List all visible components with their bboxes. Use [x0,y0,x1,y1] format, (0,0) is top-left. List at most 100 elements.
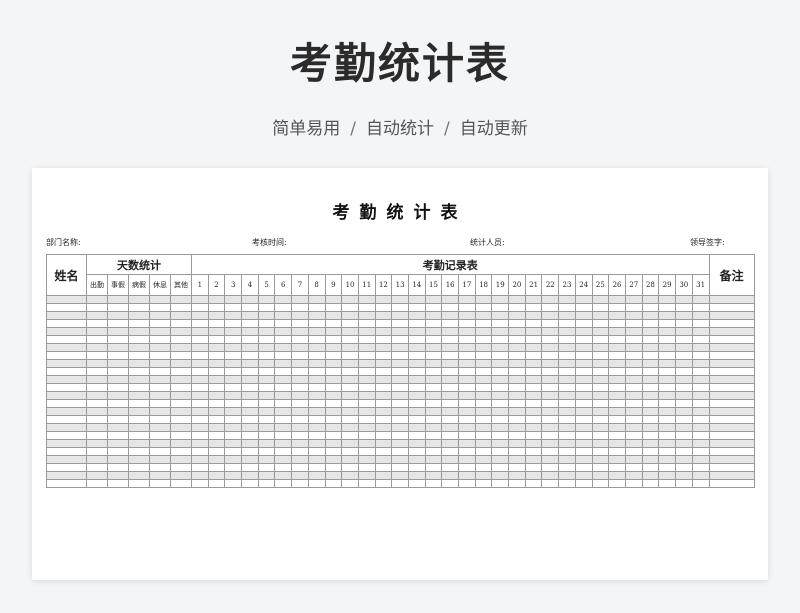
table-cell[interactable] [608,391,626,400]
table-cell[interactable] [474,319,493,328]
table-cell[interactable] [149,439,171,448]
table-cell[interactable] [508,335,526,344]
table-cell[interactable] [224,447,243,456]
table-cell[interactable] [491,423,510,432]
table-cell[interactable] [658,479,676,488]
table-cell[interactable] [46,351,87,360]
table-cell[interactable] [86,295,108,304]
table-cell[interactable] [441,367,459,376]
table-cell[interactable] [541,375,560,384]
table-cell[interactable] [491,303,510,312]
table-cell[interactable] [558,319,576,328]
table-cell[interactable] [291,359,309,368]
table-cell[interactable] [128,351,150,360]
table-cell[interactable] [374,319,393,328]
table-cell[interactable] [608,303,626,312]
table-cell[interactable] [191,367,209,376]
table-cell[interactable] [307,471,326,480]
table-cell[interactable] [224,351,243,360]
table-cell[interactable] [257,399,276,408]
table-cell[interactable] [207,359,226,368]
table-cell[interactable] [458,359,476,368]
table-cell[interactable] [224,295,243,304]
table-cell[interactable] [207,327,226,336]
table-cell[interactable] [541,383,560,392]
table-cell[interactable] [708,295,755,304]
table-cell[interactable] [149,311,171,320]
table-cell[interactable] [474,351,493,360]
table-cell[interactable] [508,351,526,360]
table-cell[interactable] [591,311,610,320]
table-cell[interactable] [608,455,626,464]
table-cell[interactable] [170,471,192,480]
table-cell[interactable] [624,367,643,376]
table-cell[interactable] [107,399,129,408]
table-cell[interactable] [641,391,660,400]
table-cell[interactable] [341,311,359,320]
table-cell[interactable] [691,319,710,328]
table-cell[interactable] [374,479,393,488]
table-cell[interactable] [474,375,493,384]
table-cell[interactable] [691,335,710,344]
table-cell[interactable] [191,383,209,392]
table-cell[interactable] [170,351,192,360]
table-cell[interactable] [191,375,209,384]
table-cell[interactable] [624,479,643,488]
table-cell[interactable] [107,335,129,344]
table-cell[interactable] [508,415,526,424]
table-cell[interactable] [558,327,576,336]
table-cell[interactable] [374,423,393,432]
table-cell[interactable] [624,407,643,416]
table-cell[interactable] [558,359,576,368]
table-cell[interactable] [541,359,560,368]
table-cell[interactable] [46,295,87,304]
table-cell[interactable] [357,407,376,416]
table-cell[interactable] [491,343,510,352]
table-cell[interactable] [691,479,710,488]
table-cell[interactable] [524,319,543,328]
table-cell[interactable] [86,471,108,480]
table-cell[interactable] [391,311,409,320]
table-cell[interactable] [558,351,576,360]
table-cell[interactable] [324,311,343,320]
table-cell[interactable] [674,391,693,400]
table-cell[interactable] [458,447,476,456]
table-cell[interactable] [191,407,209,416]
table-cell[interactable] [170,311,192,320]
table-cell[interactable] [324,327,343,336]
table-cell[interactable] [307,431,326,440]
table-cell[interactable] [674,415,693,424]
table-cell[interactable] [441,351,459,360]
table-cell[interactable] [291,343,309,352]
table-cell[interactable] [307,375,326,384]
table-cell[interactable] [441,303,459,312]
table-cell[interactable] [541,431,560,440]
table-cell[interactable] [341,407,359,416]
table-cell[interactable] [658,295,676,304]
table-cell[interactable] [474,479,493,488]
table-cell[interactable] [128,319,150,328]
table-cell[interactable] [291,335,309,344]
table-cell[interactable] [658,383,676,392]
table-cell[interactable] [407,447,426,456]
table-cell[interactable] [591,383,610,392]
table-cell[interactable] [274,343,293,352]
table-cell[interactable] [658,447,676,456]
table-cell[interactable] [324,295,343,304]
table-cell[interactable] [658,471,676,480]
table-cell[interactable] [191,431,209,440]
table-cell[interactable] [46,335,87,344]
table-cell[interactable] [574,471,593,480]
table-cell[interactable] [407,295,426,304]
table-cell[interactable] [170,415,192,424]
table-cell[interactable] [608,407,626,416]
table-cell[interactable] [608,327,626,336]
table-cell[interactable] [541,479,560,488]
table-cell[interactable] [324,375,343,384]
table-cell[interactable] [591,431,610,440]
table-cell[interactable] [691,463,710,472]
table-cell[interactable] [207,447,226,456]
table-cell[interactable] [170,439,192,448]
table-cell[interactable] [641,431,660,440]
table-cell[interactable] [474,407,493,416]
